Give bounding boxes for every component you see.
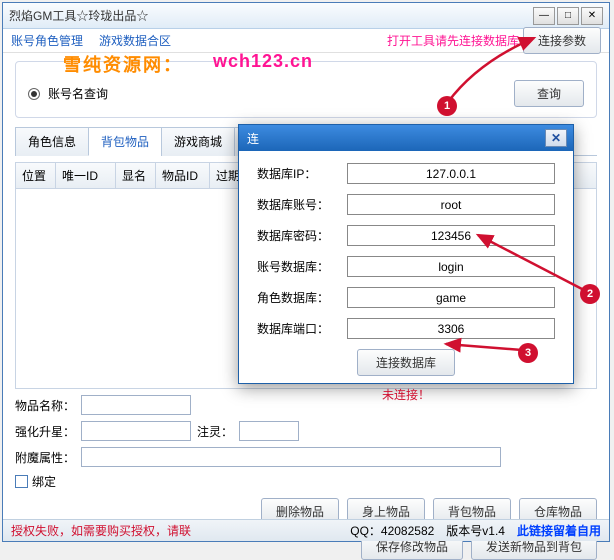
- db-user-label: 数据库账号：: [257, 196, 347, 213]
- self-use-link[interactable]: 此链接留着自用: [517, 522, 601, 539]
- window-title: 烈焰GM工具☆玲珑出品☆: [9, 7, 533, 24]
- auth-status: 授权失败，如需要购买授权，请联: [11, 522, 338, 539]
- bind-label: 绑定: [32, 473, 56, 490]
- bind-checkbox[interactable]: [15, 475, 28, 488]
- col-display: 显名: [116, 163, 156, 188]
- connect-db-button[interactable]: 连接数据库: [357, 349, 455, 376]
- dialog-title: 连: [247, 130, 259, 147]
- spirit-label: 注灵：: [197, 423, 233, 440]
- minimize-icon[interactable]: —: [533, 7, 555, 25]
- enchant-input[interactable]: [81, 447, 501, 467]
- tab-game-shop[interactable]: 游戏商城: [161, 127, 235, 156]
- bind-checkbox-row: 绑定: [15, 473, 597, 490]
- enhance-input[interactable]: [81, 421, 191, 441]
- annotation-marker-2: 2: [580, 284, 600, 304]
- col-uid: 唯一ID: [56, 163, 116, 188]
- db-ip-input[interactable]: [347, 163, 555, 184]
- account-query-radio[interactable]: [28, 88, 40, 100]
- db-user-input[interactable]: [347, 194, 555, 215]
- spirit-input[interactable]: [239, 421, 299, 441]
- tab-role-info[interactable]: 角色信息: [15, 127, 89, 156]
- query-button[interactable]: 查询: [514, 80, 584, 107]
- menu-account-role[interactable]: 账号角色管理: [11, 32, 83, 49]
- item-name-label: 物品名称：: [15, 397, 75, 414]
- version-label: 版本号v1.4: [446, 522, 505, 539]
- qq-contact: QQ：42082582: [350, 522, 434, 539]
- connect-params-button[interactable]: 连接参数: [523, 27, 601, 54]
- col-position: 位置: [16, 163, 56, 188]
- tab-bag-items[interactable]: 背包物品: [88, 127, 162, 156]
- annotation-marker-1: 1: [437, 96, 457, 116]
- connect-warning: 打开工具请先连接数据库: [387, 32, 519, 49]
- db-acct-input[interactable]: [347, 256, 555, 277]
- dialog-titlebar[interactable]: 连 ✕: [239, 125, 573, 151]
- col-itemid: 物品ID: [156, 163, 210, 188]
- titlebar: 烈焰GM工具☆玲珑出品☆ — □ ✕: [3, 3, 609, 29]
- db-pass-input[interactable]: [347, 225, 555, 246]
- db-port-label: 数据库端口：: [257, 320, 347, 337]
- enhance-row: 强化升星： 注灵：: [15, 421, 597, 441]
- statusbar: 授权失败，如需要购买授权，请联 QQ：42082582 版本号v1.4 此链接留…: [3, 519, 609, 541]
- dialog-body: 数据库IP： 数据库账号： 数据库密码： 账号数据库： 角色数据库： 数据库端口…: [239, 151, 573, 415]
- enhance-label: 强化升星：: [15, 423, 75, 440]
- db-role-input[interactable]: [347, 287, 555, 308]
- item-name-input[interactable]: [81, 395, 191, 415]
- dialog-close-icon[interactable]: ✕: [545, 129, 567, 147]
- db-acct-label: 账号数据库：: [257, 258, 347, 275]
- menu-data-merge[interactable]: 游戏数据合区: [99, 32, 171, 49]
- menubar: 账号角色管理 游戏数据合区 打开工具请先连接数据库 连接参数: [3, 29, 609, 53]
- db-ip-label: 数据库IP：: [257, 165, 347, 182]
- annotation-marker-3: 3: [518, 343, 538, 363]
- enchant-row: 附魔属性：: [15, 447, 597, 467]
- close-icon[interactable]: ✕: [581, 7, 603, 25]
- enchant-label: 附魔属性：: [15, 449, 75, 466]
- window-controls: — □ ✕: [533, 7, 603, 25]
- db-port-input[interactable]: [347, 318, 555, 339]
- connect-status: 未连接！: [257, 386, 555, 403]
- maximize-icon[interactable]: □: [557, 7, 579, 25]
- db-role-label: 角色数据库：: [257, 289, 347, 306]
- account-query-label: 账号名查询: [48, 85, 108, 102]
- search-panel: 账号名查询 查询: [15, 61, 597, 118]
- db-pass-label: 数据库密码：: [257, 227, 347, 244]
